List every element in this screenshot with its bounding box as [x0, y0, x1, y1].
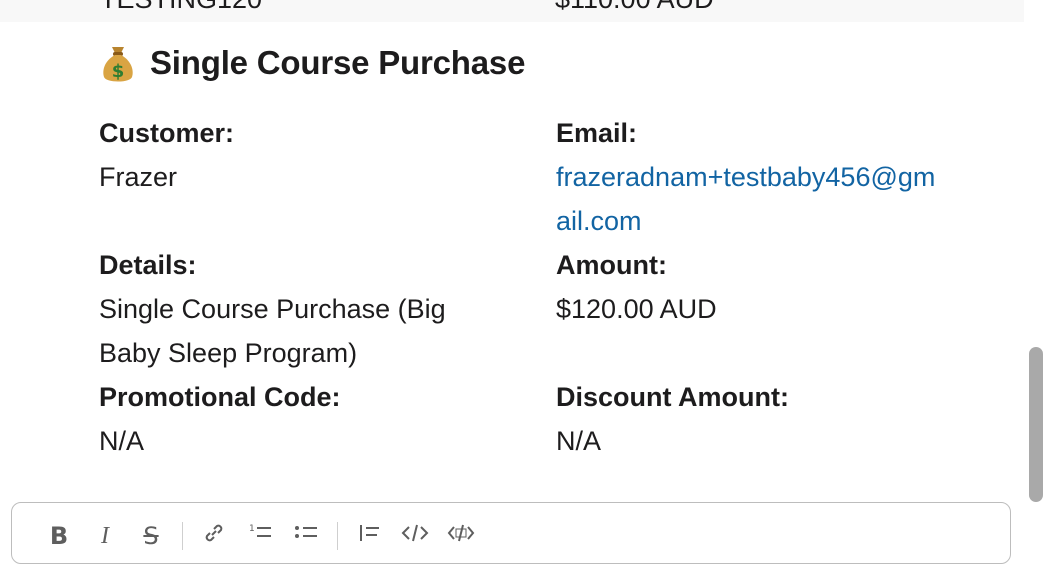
blockquote-icon[interactable]: [346, 521, 392, 551]
toolbar-divider: [182, 522, 183, 550]
email-link-line-1[interactable]: frazeradnam+testbaby456@gm: [556, 155, 935, 199]
customer-label: Customer:: [99, 118, 235, 148]
bullet-list-icon[interactable]: [283, 521, 329, 551]
previous-code-value: TESTING120: [100, 0, 262, 15]
scrollbar-thumb[interactable]: [1029, 347, 1043, 502]
strikethrough-button[interactable]: S: [128, 522, 174, 550]
message-composer[interactable]: B I S 1: [11, 502, 1011, 564]
toolbar-divider: [337, 522, 338, 550]
customer-value: Frazer: [99, 162, 178, 192]
details-field: Details: Single Course Purchase (Big Bab…: [99, 243, 446, 375]
ordered-list-icon[interactable]: 1: [237, 521, 283, 551]
code-icon[interactable]: [392, 521, 438, 551]
link-icon[interactable]: [191, 521, 237, 551]
details-label: Details:: [99, 250, 197, 280]
promo-value: N/A: [99, 426, 145, 456]
amount-field: Amount: $120.00 AUD: [556, 243, 717, 331]
email-field: Email: frazeradnam+testbaby456@gm ail.co…: [556, 111, 935, 243]
svg-text:1: 1: [249, 524, 255, 534]
svg-text:$: $: [112, 61, 125, 82]
discount-label: Discount Amount:: [556, 382, 789, 412]
email-label: Email:: [556, 118, 638, 148]
italic-button[interactable]: I: [82, 523, 128, 550]
promo-label: Promotional Code:: [99, 382, 341, 412]
customer-field: Customer: Frazer: [99, 111, 234, 199]
discount-field: Discount Amount: N/A: [556, 375, 789, 463]
money-bag-icon: $: [103, 47, 133, 82]
purchase-heading: $ Single Course Purchase: [100, 40, 525, 86]
code-block-icon[interactable]: [438, 521, 484, 551]
discount-value: N/A: [556, 426, 602, 456]
details-value-line-1: Single Course Purchase (Big: [99, 294, 446, 324]
previous-message-row: TESTING120 $110.00 AUD: [0, 0, 1024, 22]
amount-label: Amount:: [556, 250, 667, 280]
bold-button[interactable]: B: [36, 522, 82, 550]
card-title: Single Course Purchase: [150, 44, 526, 81]
amount-value: $120.00 AUD: [556, 294, 717, 324]
formatting-toolbar: B I S 1: [36, 521, 484, 551]
email-link[interactable]: frazeradnam+testbaby456@gm ail.com: [556, 155, 935, 243]
previous-amount-value: $110.00 AUD: [555, 0, 714, 15]
details-value-line-2: Baby Sleep Program): [99, 338, 358, 368]
email-link-line-2[interactable]: ail.com: [556, 199, 935, 243]
promo-field: Promotional Code: N/A: [99, 375, 341, 463]
